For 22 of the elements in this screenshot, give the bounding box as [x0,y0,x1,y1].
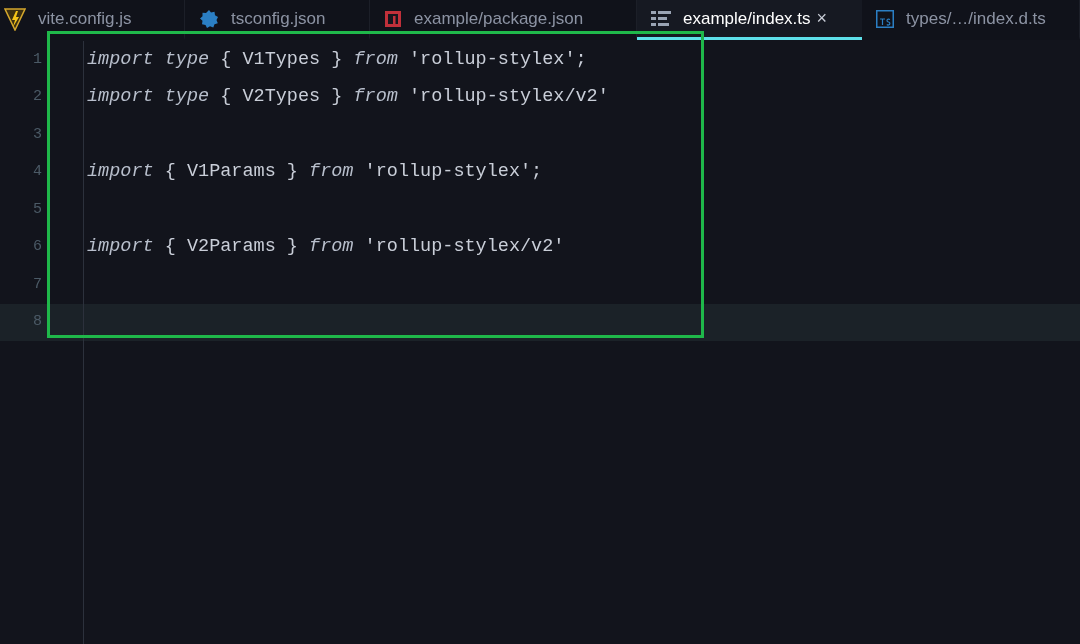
line-number: 3 [32,124,42,145]
list-icon [651,10,671,27]
gear-icon [199,8,219,29]
lightning-icon [4,6,26,31]
line-number: 8 [32,312,42,332]
line-number: 4 [32,162,42,182]
close-button[interactable]: × [816,5,828,32]
line-number: 2 [32,87,42,107]
package-icon [384,9,402,28]
code-line: import type { V1Types } from 'rollup-stylex'; [86,47,587,72]
editor-tab[interactable]: vite.config.js [0,0,185,40]
code-line: import { V1Params } from 'rollup-stylex'; [86,160,543,185]
editor-tab[interactable]: types/…/index.d.ts [862,0,1080,40]
line-number: 6 [32,237,42,257]
editor-tab[interactable]: tsconfig.json [185,0,370,40]
line-number: 5 [32,199,42,220]
editor-tab[interactable]: example/index.ts × [637,0,862,40]
line-number: 7 [32,274,42,295]
line-number: 1 [32,49,42,70]
code-line: import { V2Params } from 'rollup-stylex/v2' [86,235,565,260]
typescript-file-icon [876,9,894,28]
code-line: import type { V2Types } from 'rollup-stylex/v2' [86,85,609,110]
